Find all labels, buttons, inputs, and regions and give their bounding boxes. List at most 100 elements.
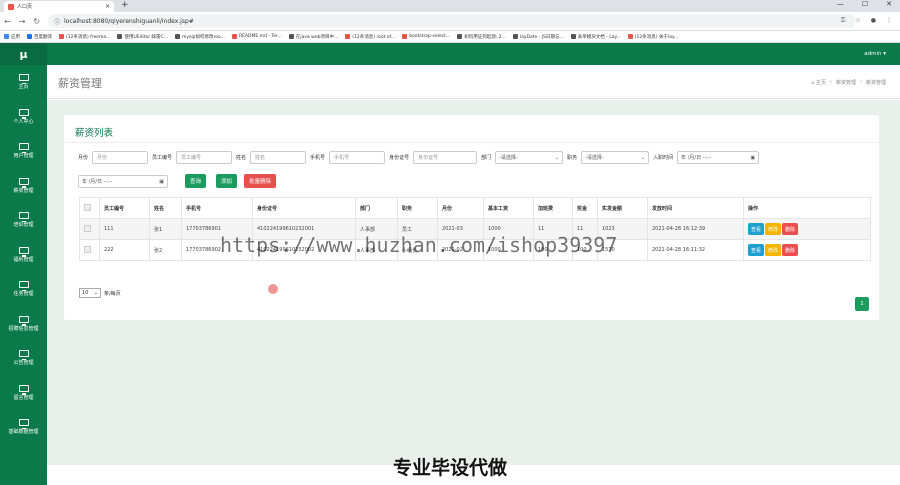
id-input[interactable]: 身份证号	[413, 151, 478, 164]
bookmark-icon	[457, 34, 463, 39]
delete-button[interactable]: 删除	[782, 244, 799, 256]
sidebar-item-label: 任务管理	[13, 291, 34, 298]
close-window-icon[interactable]: ✕	[886, 0, 892, 8]
page-button[interactable]: 1	[855, 297, 869, 311]
profile-icon[interactable]: ●	[871, 17, 876, 25]
add-button[interactable]: 添加	[216, 174, 238, 188]
bookmark-item[interactable]: (12条消息) freema...	[59, 34, 110, 40]
breadcrumb-home[interactable]: ⌂ 主页	[811, 79, 826, 86]
bookmark-item[interactable]: 如何用证到起源; 2...	[457, 34, 506, 40]
sidebar-item[interactable]: 用户管理	[0, 134, 47, 169]
col-header: 姓名	[149, 197, 182, 219]
col-header: 奖金	[572, 197, 598, 219]
col-header: 手机号	[181, 197, 253, 219]
back-icon[interactable]: ←	[4, 17, 11, 26]
filter-row: 月份 月份 员工编号 员工编号 姓名 姓名 手机号 手机号 身份证号 身份证号 …	[78, 151, 760, 164]
sidebar-item-label: 招聘信息管理	[8, 325, 39, 332]
maximize-icon[interactable]: ☐	[862, 0, 868, 8]
row-checkbox[interactable]	[84, 224, 91, 232]
bookmark-item[interactable]: (12条消息) root of...	[345, 34, 395, 40]
browser-tab-strip: 人口页 × + — ☐ ✕	[0, 0, 900, 12]
emp-no-input[interactable]: 员工编号	[176, 151, 233, 164]
promo-banner: 专业毕设代做	[392, 457, 507, 479]
row-checkbox[interactable]	[84, 245, 91, 253]
view-button[interactable]: 查看	[748, 244, 765, 256]
app-logo: μ	[0, 43, 47, 65]
menu-dots-icon[interactable]: ⋮	[886, 17, 892, 25]
bookmark-item[interactable]: 在java web项目中...	[288, 34, 339, 40]
post-select[interactable]: -请选择- ⌄	[581, 151, 650, 164]
bookmark-item[interactable]: 使用UEditor 踩雷C...	[117, 34, 168, 40]
bookmark-label: (12条消息) root of...	[352, 34, 396, 40]
sidebar-item-label: 个人中心	[13, 118, 34, 125]
monitor-icon	[18, 315, 29, 326]
bookmark-icon	[231, 34, 237, 39]
select-all-checkbox[interactable]	[84, 203, 91, 211]
ops-cell: 查看 修改 删除	[743, 218, 871, 240]
sidebar-item[interactable]: 招聘信息管理	[0, 307, 47, 342]
sidebar-item[interactable]: 基础数据管理	[0, 410, 47, 445]
sidebar-item-label: 公告管理	[13, 360, 34, 367]
search-button[interactable]: 查询	[185, 174, 207, 188]
bookmark-icon	[345, 34, 351, 39]
name-input[interactable]: 姓名	[250, 151, 307, 164]
table-cell: 111	[99, 218, 150, 240]
calendar-icon[interactable]: ▣	[750, 155, 755, 161]
bookmark-item[interactable]: 表单模块文档 - Lay...	[570, 34, 621, 40]
phone-input[interactable]: 手机号	[329, 151, 386, 164]
sidebar-item[interactable]: 个人中心	[0, 100, 47, 135]
bookmark-label: layDate - JS日期与...	[519, 34, 564, 40]
browser-tab[interactable]: 人口页 ×	[4, 1, 114, 12]
join-start-date[interactable]: 年 /月/日 --:-- ▣	[677, 151, 760, 164]
bookmark-item[interactable]: layDate - JS日期与...	[512, 34, 564, 40]
edit-button[interactable]: 修改	[765, 244, 782, 256]
view-button[interactable]: 查看	[748, 223, 765, 235]
breadcrumb: ⌂ 主页 › 薪资管理 › 薪资管理	[811, 79, 886, 86]
chevron-down-icon: ⌄	[554, 154, 560, 161]
reload-icon[interactable]: ↻	[33, 17, 40, 26]
sidebar-item[interactable]: 薪资管理	[0, 169, 47, 204]
select-all-cell	[79, 197, 100, 219]
star-icon[interactable]: ☆	[855, 17, 860, 25]
table-cell: 2021-04-28 16:11:32	[647, 239, 744, 261]
key-icon[interactable]: ⚿	[841, 17, 846, 25]
bookmark-item[interactable]: README.md - Ter...	[231, 34, 282, 39]
bookmark-label: 使用UEditor 踩雷C...	[124, 34, 168, 40]
edit-button[interactable]: 修改	[765, 223, 782, 235]
bookmark-item[interactable]: mysql如何修改roo...	[174, 34, 225, 40]
dashboard-icon	[18, 74, 29, 85]
bookmark-label: 百度翻译	[34, 34, 52, 40]
bookmark-label: 表单模块文档 - Lay...	[577, 34, 621, 40]
sidebar-item[interactable]: 任务管理	[0, 272, 47, 307]
month-input[interactable]: 月份	[92, 151, 149, 164]
page-size-select[interactable]: 10 ⌄	[79, 288, 101, 298]
bookmark-item[interactable]: 百度翻译	[27, 34, 52, 40]
dept-select[interactable]: -请选择- ⌄	[495, 151, 564, 164]
bookmark-label: 在java web项目中...	[295, 34, 339, 40]
delete-button[interactable]: 删除	[782, 223, 799, 235]
sidebar-item[interactable]: 培训管理	[0, 203, 47, 238]
sidebar-item[interactable]: 福利管理	[0, 238, 47, 273]
forward-icon[interactable]: →	[19, 17, 26, 26]
sidebar-item[interactable]: 留言管理	[0, 376, 47, 411]
breadcrumb-item[interactable]: 薪资管理	[836, 79, 856, 86]
join-end-date[interactable]: 年 /月/日 --:-- ▣	[78, 175, 168, 188]
bookmark-item[interactable]: 应用	[4, 34, 20, 40]
batch-delete-button[interactable]: 批量删除	[244, 174, 277, 188]
sidebar-item[interactable]: 主页	[0, 65, 47, 100]
dept-label: 部门	[481, 155, 492, 161]
col-header: 加班费	[533, 197, 573, 219]
minimize-icon[interactable]: —	[837, 0, 844, 8]
col-header: 操作	[743, 197, 871, 219]
dept-select-value: -请选择-	[499, 155, 518, 161]
sidebar-item[interactable]: 公告管理	[0, 341, 47, 376]
calendar-icon[interactable]: ▣	[159, 179, 164, 185]
bookmark-item[interactable]: (12条消息) 关于lay...	[627, 34, 678, 40]
url-input[interactable]: ⓘ localhost:8080/qiyerenshiguanli/index.…	[48, 14, 856, 28]
new-tab-icon[interactable]: +	[121, 0, 129, 10]
bookmark-item[interactable]: bootstrap-select...	[402, 34, 450, 39]
close-tab-icon[interactable]: ×	[105, 3, 110, 10]
user-menu[interactable]: admin ▾	[864, 51, 886, 57]
join-end-value: 年 /月/日 --:--	[82, 179, 113, 185]
page-header: 薪资管理 ⌂ 主页 › 薪资管理 › 薪资管理	[47, 65, 900, 99]
